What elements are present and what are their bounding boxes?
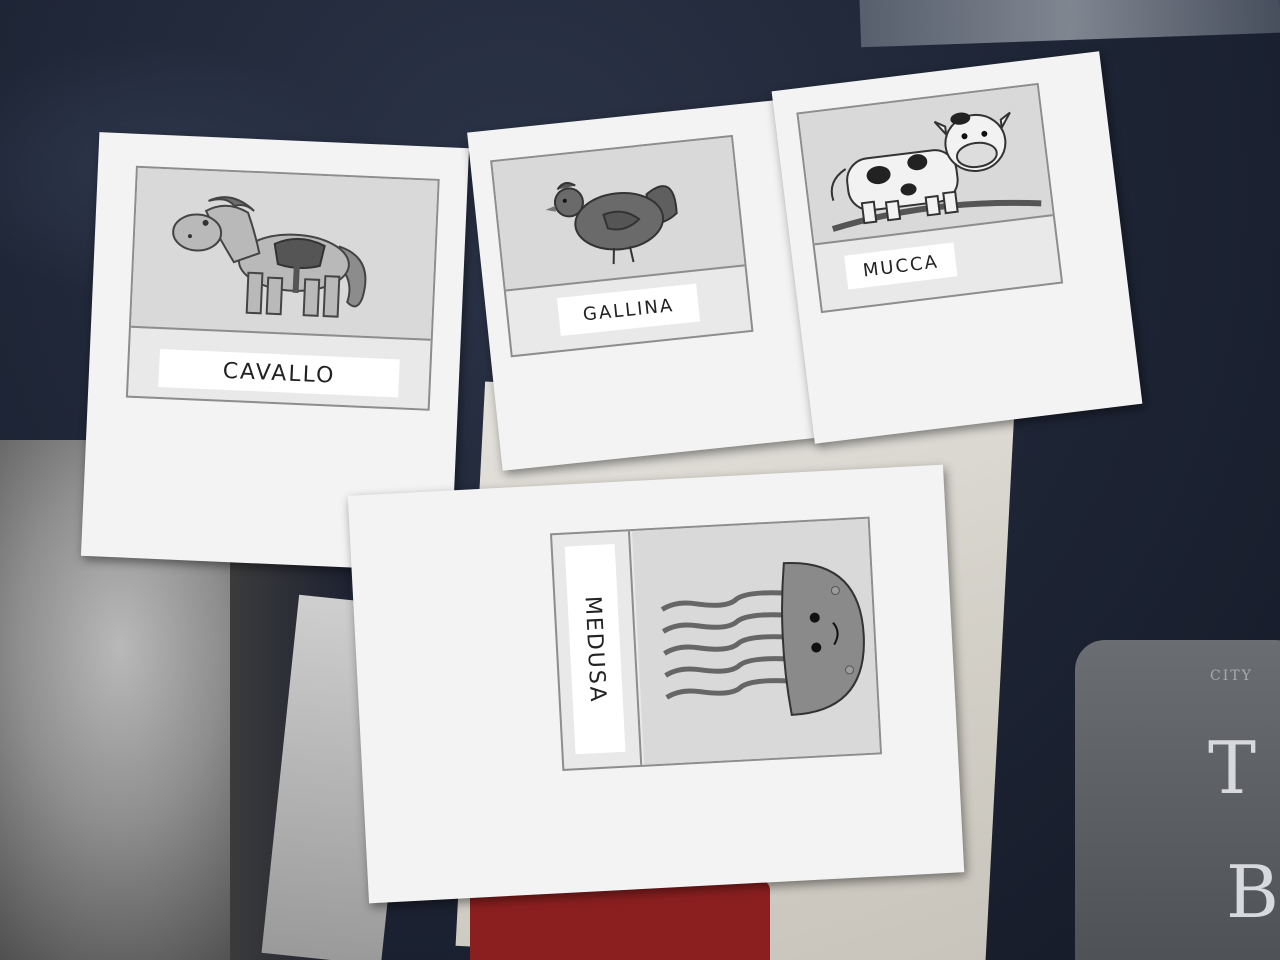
card-jellyfish-label-box: MEDUSA (564, 543, 626, 755)
cow-icon (830, 111, 1042, 232)
card-cow: MUCCA (771, 51, 1143, 444)
photo-scene: CITY T B CAVALLO GALLINA MUCCA MEDUSA (0, 0, 1280, 960)
horse-icon (172, 196, 367, 318)
shirt-small-text: CITY (1210, 668, 1253, 684)
card-jellyfish: MEDUSA (347, 464, 965, 904)
card-hen-label: GALLINA (556, 283, 701, 336)
jellyfish-icon (660, 562, 865, 716)
card-hen: GALLINA (467, 99, 821, 471)
card-jellyfish-label: MEDUSA (579, 594, 611, 704)
card-jellyfish-frame: MEDUSA (549, 516, 882, 772)
card-cow-label: MUCCA (844, 242, 958, 290)
card-cow-frame: MUCCA (796, 82, 1064, 314)
card-horse-picture (130, 167, 438, 341)
hen-icon (545, 181, 678, 265)
card-horse-frame: CAVALLO (125, 165, 440, 411)
shirt-letter-t: T (1208, 726, 1257, 810)
card-horse-label: CAVALLO (158, 348, 400, 398)
card-hen-frame: GALLINA (490, 134, 754, 358)
shirt-letter-b: B (1226, 850, 1279, 934)
card-cow-picture (798, 85, 1053, 246)
card-hen-picture (492, 137, 745, 292)
card-jellyfish-picture (631, 518, 880, 765)
